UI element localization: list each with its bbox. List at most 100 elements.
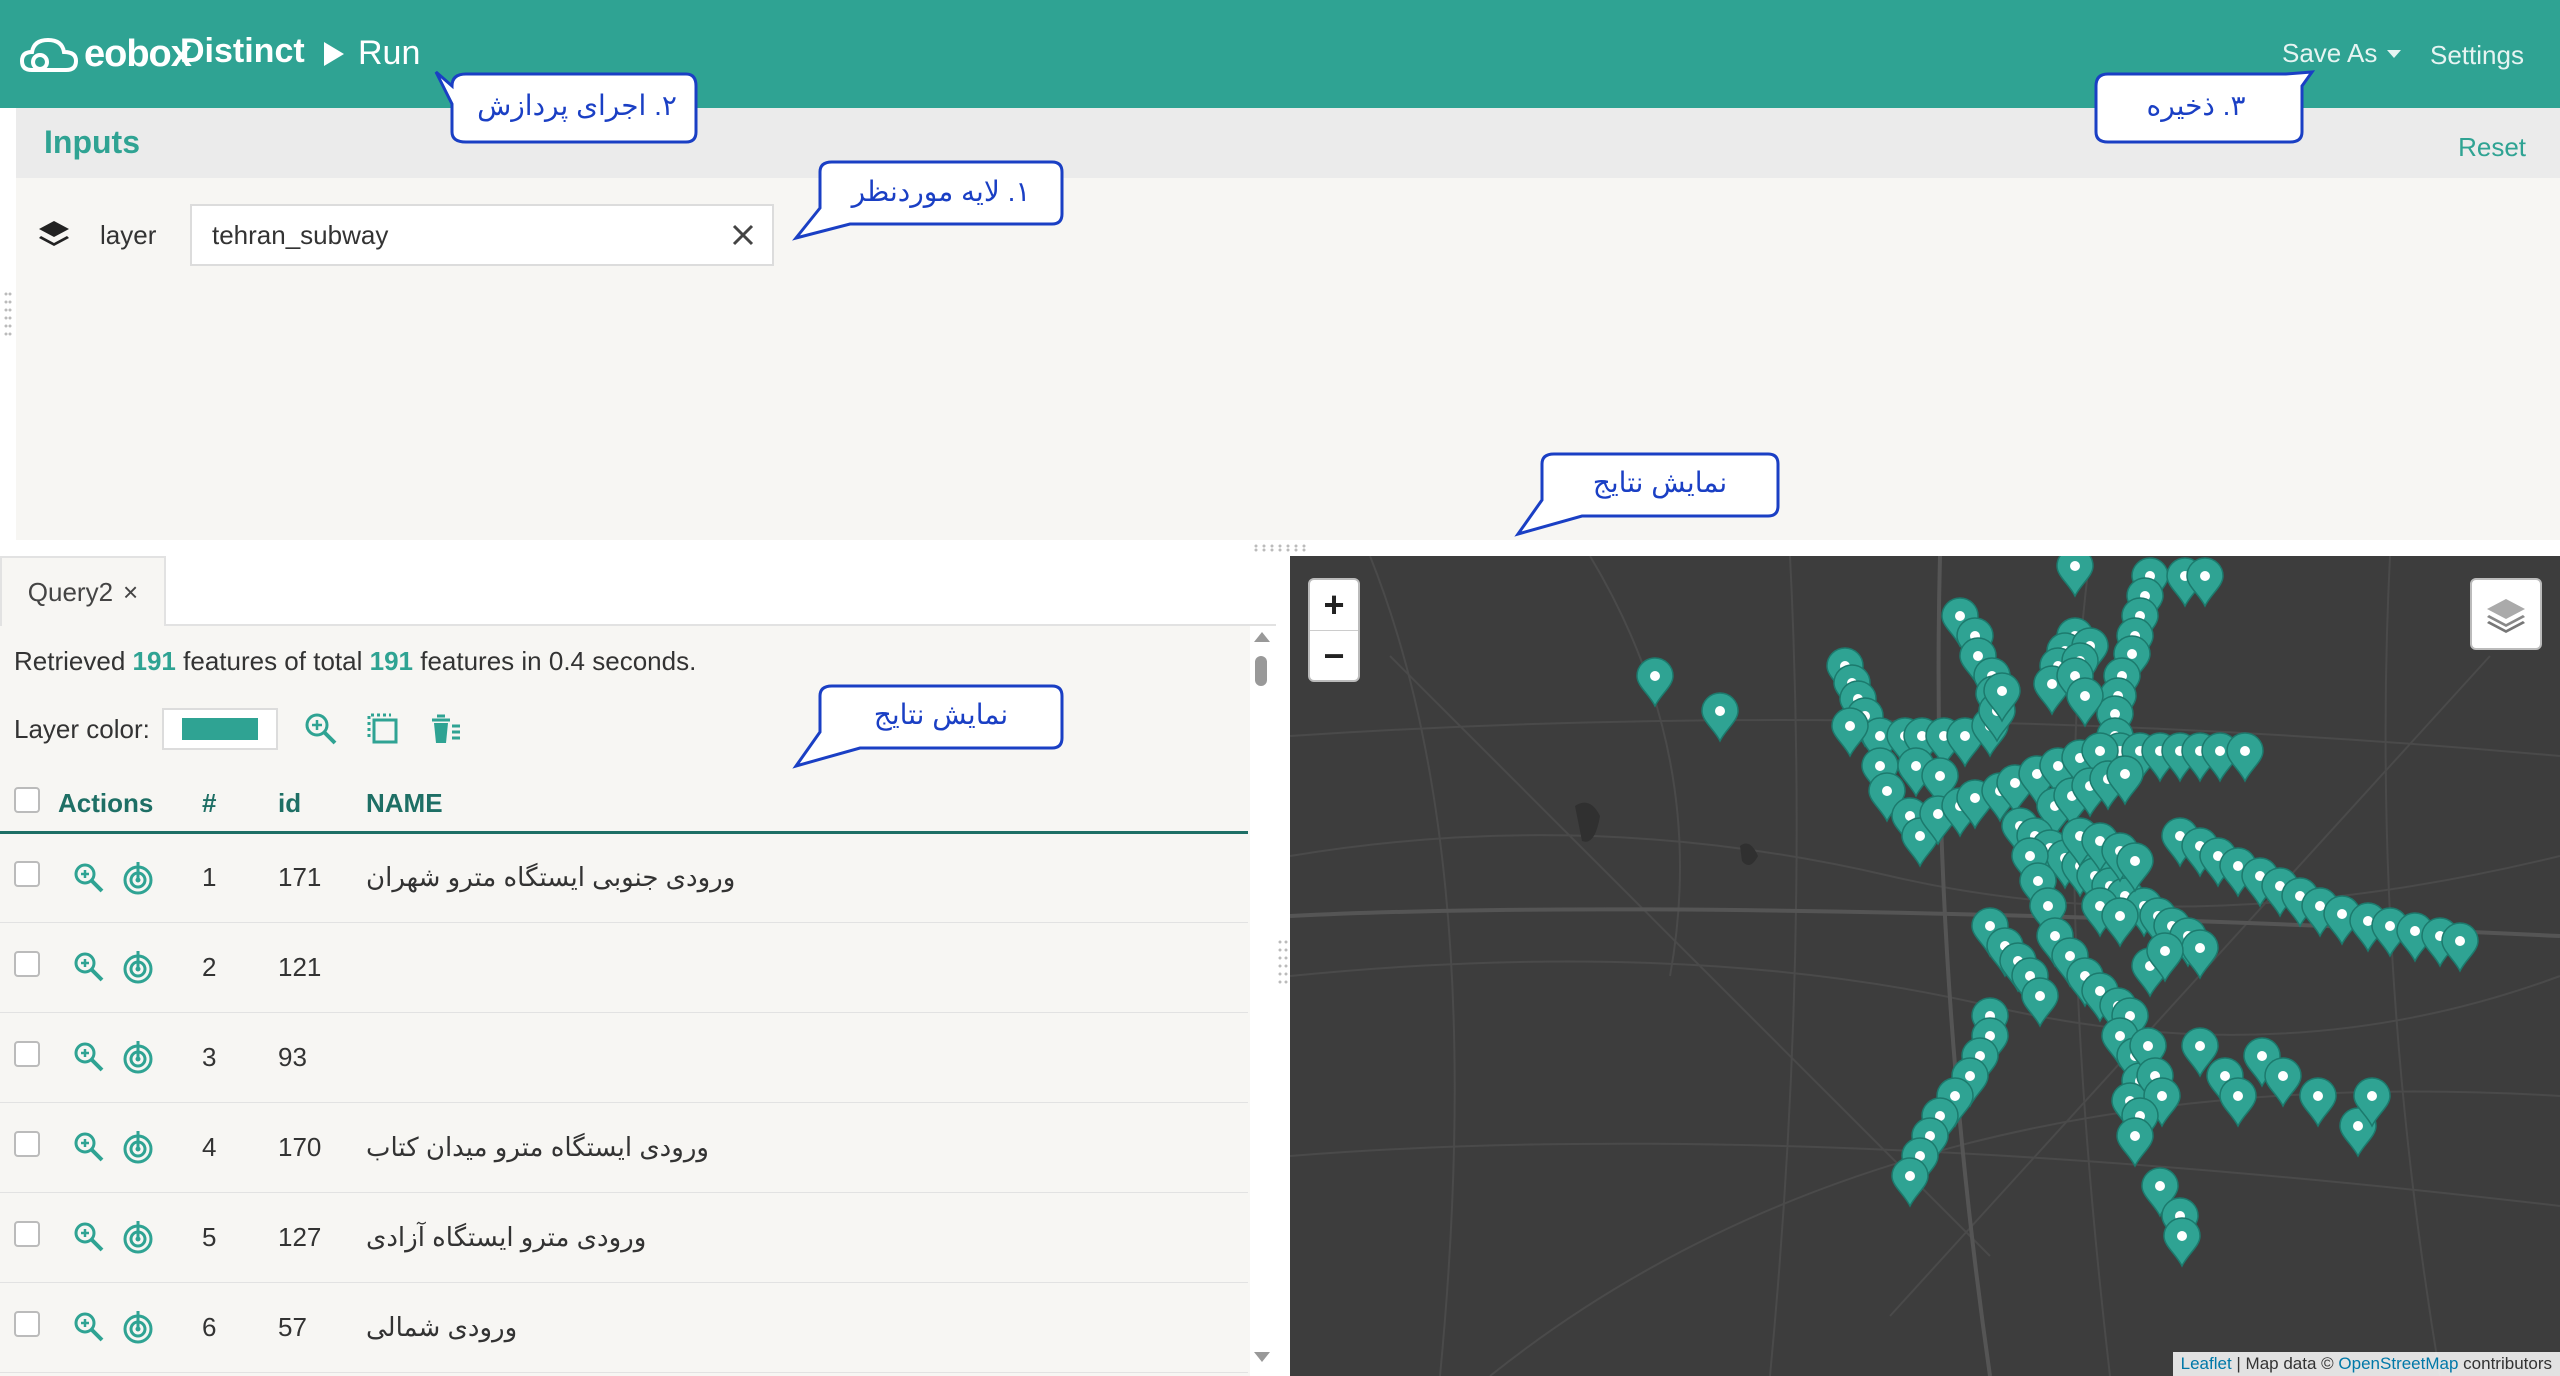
callout-run-text: ۲. اجرای پردازش bbox=[477, 89, 677, 121]
table-row[interactable]: 4 170 ورودی ایستگاه مترو میدان کتاب bbox=[0, 1102, 1248, 1193]
locate-feature-icon[interactable] bbox=[120, 1309, 156, 1345]
results-scrollbar[interactable] bbox=[1250, 626, 1272, 1376]
layer-row: layer tehran_subway bbox=[36, 204, 774, 266]
table-row[interactable]: 5 127 ورودی مترو ایستگاه آزادی bbox=[0, 1192, 1248, 1283]
zoom-to-feature-icon[interactable] bbox=[72, 950, 106, 984]
zoom-to-layer-icon[interactable] bbox=[302, 710, 340, 748]
scroll-up-arrow-icon[interactable] bbox=[1254, 632, 1270, 642]
row-checkbox-cell[interactable] bbox=[0, 1012, 58, 1103]
clear-selection-icon[interactable] bbox=[426, 710, 464, 748]
table-row[interactable]: 6 57 ورودی شمالی bbox=[0, 1282, 1248, 1373]
drag-handle-icon[interactable] bbox=[4, 290, 12, 350]
row-name: ورودی جنوبی ایستگاه مترو شهران bbox=[366, 862, 736, 892]
app-title: Distinct bbox=[180, 32, 305, 70]
column-header-number[interactable]: # bbox=[188, 776, 278, 834]
row-number: 2 bbox=[188, 922, 278, 1013]
results-table: Actions # id NAME 1 171 ورودی جنوبی ایست… bbox=[0, 776, 1248, 1373]
zoom-to-feature-icon[interactable] bbox=[72, 1130, 106, 1164]
zoom-to-feature-icon[interactable] bbox=[72, 1040, 106, 1074]
locate-feature-icon[interactable] bbox=[120, 860, 156, 896]
map-marker-pin-icon[interactable] bbox=[2101, 897, 2139, 948]
row-checkbox-cell[interactable] bbox=[0, 1192, 58, 1283]
row-id: 171 bbox=[278, 832, 366, 923]
scroll-thumb[interactable] bbox=[1255, 656, 1267, 686]
map-marker-pin-icon[interactable] bbox=[1831, 707, 1869, 758]
checkbox[interactable] bbox=[14, 1130, 40, 1157]
row-number: 6 bbox=[188, 1282, 278, 1373]
select-all-checkbox[interactable] bbox=[0, 776, 58, 834]
results-panel: Query2 × Retrieved 191 features of total… bbox=[0, 556, 1276, 1376]
leaflet-link[interactable]: Leaflet bbox=[2181, 1354, 2232, 1373]
zoom-control: + − bbox=[1308, 578, 1360, 682]
map-marker-pin-icon[interactable] bbox=[2181, 929, 2219, 980]
layer-select-input[interactable]: tehran_subway bbox=[190, 204, 774, 266]
layers-control-button[interactable] bbox=[2470, 578, 2542, 650]
drag-handle-icon bbox=[1278, 940, 1288, 984]
tab-close-icon[interactable]: × bbox=[123, 577, 138, 608]
map-marker-pin-icon[interactable] bbox=[1636, 657, 1674, 708]
results-summary: Retrieved 191 features of total 191 feat… bbox=[14, 646, 696, 677]
checkbox[interactable] bbox=[14, 1040, 40, 1067]
map-roads bbox=[1290, 556, 2560, 1376]
run-button[interactable]: Run bbox=[324, 34, 420, 73]
select-all-icon[interactable] bbox=[364, 710, 402, 748]
inputs-title: Inputs bbox=[44, 124, 140, 160]
layer-color-picker[interactable] bbox=[161, 708, 278, 750]
map-marker-pin-icon[interactable] bbox=[2299, 1077, 2337, 1128]
reset-button[interactable]: Reset bbox=[2458, 132, 2526, 163]
checkbox[interactable] bbox=[14, 786, 40, 813]
locate-feature-icon[interactable] bbox=[120, 1039, 156, 1075]
map-marker-pin-icon[interactable] bbox=[1701, 692, 1739, 743]
callout-results-table: نمایش نتایج bbox=[790, 680, 1066, 770]
row-checkbox-cell[interactable] bbox=[0, 1102, 58, 1193]
row-number: 5 bbox=[188, 1192, 278, 1283]
zoom-out-button[interactable]: − bbox=[1310, 630, 1358, 680]
zoom-to-feature-icon[interactable] bbox=[72, 861, 106, 895]
horizontal-splitter-handle[interactable] bbox=[1252, 544, 1308, 552]
scroll-down-arrow-icon[interactable] bbox=[1254, 1352, 1270, 1362]
tab-query2[interactable]: Query2 × bbox=[0, 556, 166, 626]
settings-link[interactable]: Settings bbox=[2430, 40, 2524, 71]
map-view[interactable]: + − Leaflet | Map data © OpenStreetMap c… bbox=[1290, 556, 2560, 1376]
map-marker-pin-icon[interactable] bbox=[2116, 1117, 2154, 1168]
row-checkbox-cell[interactable] bbox=[0, 832, 58, 923]
row-checkbox-cell[interactable] bbox=[0, 1282, 58, 1373]
map-marker-pin-icon[interactable] bbox=[2186, 557, 2224, 608]
checkbox[interactable] bbox=[14, 1310, 40, 1337]
attribution-mid: | Map data © bbox=[2236, 1354, 2334, 1373]
geobox-logo[interactable]: eobox bbox=[20, 26, 192, 82]
row-checkbox-cell[interactable] bbox=[0, 922, 58, 1013]
map-marker-pin-icon[interactable] bbox=[2163, 1217, 2201, 1268]
table-row[interactable]: 3 93 bbox=[0, 1012, 1248, 1103]
retrieved-count: 191 bbox=[132, 646, 176, 676]
checkbox[interactable] bbox=[14, 1220, 40, 1247]
map-marker-pin-icon[interactable] bbox=[1891, 1157, 1929, 1208]
summary-suffix: features in 0.4 seconds. bbox=[420, 646, 697, 676]
attribution-end: contributors bbox=[2463, 1354, 2552, 1373]
map-canvas[interactable] bbox=[1290, 556, 2560, 1376]
osm-link[interactable]: OpenStreetMap bbox=[2338, 1354, 2458, 1373]
callout-layer-text: ۱. لایه موردنظر bbox=[851, 175, 1031, 207]
map-marker-pin-icon[interactable] bbox=[2056, 556, 2094, 598]
column-header-name[interactable]: NAME bbox=[366, 776, 1248, 834]
zoom-to-feature-icon[interactable] bbox=[72, 1310, 106, 1344]
locate-feature-icon[interactable] bbox=[120, 1129, 156, 1165]
row-actions-cell bbox=[58, 922, 188, 1013]
close-icon[interactable] bbox=[726, 218, 760, 252]
table-row[interactable]: 2 121 bbox=[0, 922, 1248, 1013]
map-marker-pin-icon[interactable] bbox=[2219, 1077, 2257, 1128]
run-label: Run bbox=[358, 34, 421, 72]
locate-feature-icon[interactable] bbox=[120, 1219, 156, 1255]
row-number: 4 bbox=[188, 1102, 278, 1193]
locate-feature-icon[interactable] bbox=[120, 949, 156, 985]
vertical-splitter[interactable] bbox=[1276, 556, 1290, 1376]
map-marker-pin-icon[interactable] bbox=[2226, 732, 2264, 783]
map-marker-pin-icon[interactable] bbox=[2441, 922, 2479, 973]
checkbox[interactable] bbox=[14, 950, 40, 977]
zoom-to-feature-icon[interactable] bbox=[72, 1220, 106, 1254]
map-marker-pin-icon[interactable] bbox=[2264, 1057, 2302, 1108]
checkbox[interactable] bbox=[14, 861, 40, 887]
table-row[interactable]: 1 171 ورودی جنوبی ایستگاه مترو شهران bbox=[0, 832, 1248, 923]
zoom-in-button[interactable]: + bbox=[1310, 580, 1358, 630]
column-header-id[interactable]: id bbox=[278, 776, 366, 834]
